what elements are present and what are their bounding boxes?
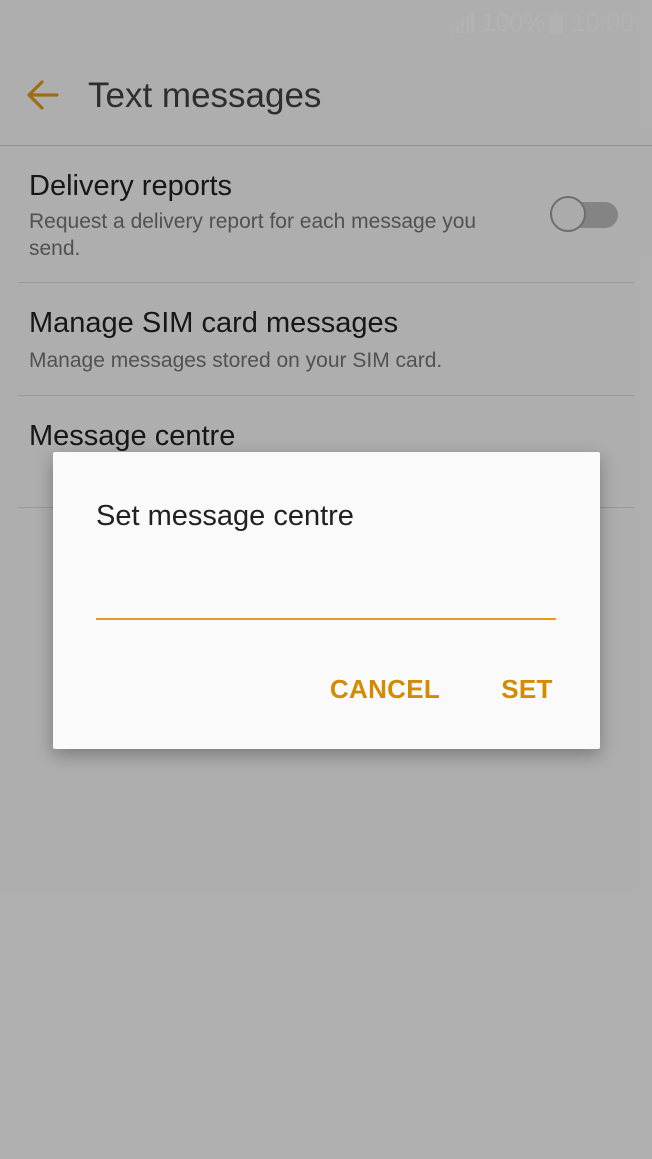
message-centre-input[interactable] [96, 574, 556, 620]
screen: 100% 10:00 Text messages Delivery report… [0, 0, 652, 1159]
dialog-title: Set message centre [96, 500, 354, 532]
cancel-button[interactable]: CANCEL [325, 662, 445, 716]
set-message-centre-dialog: Set message centre CANCEL SET [53, 452, 600, 749]
set-button[interactable]: SET [497, 662, 557, 716]
